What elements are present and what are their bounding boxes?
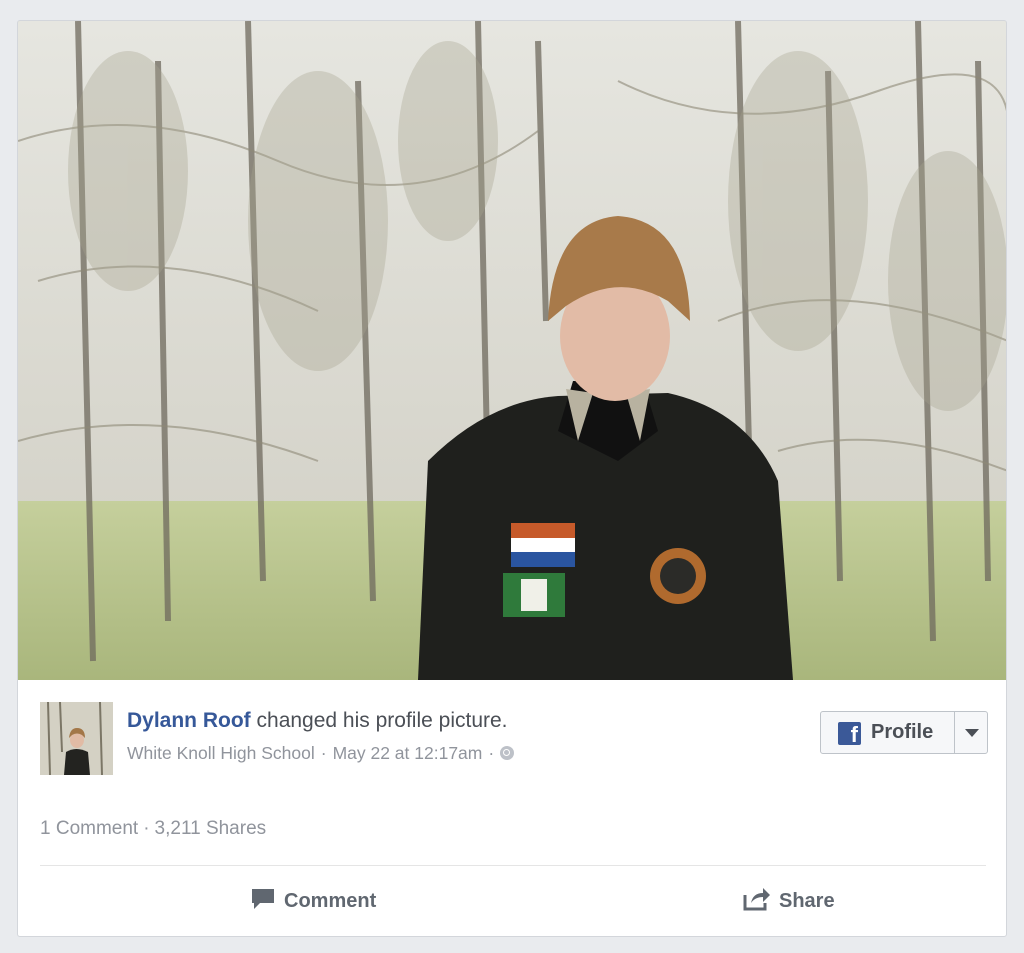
share-button[interactable]: Share [743, 887, 835, 921]
post-meta: Dylann Roof changed his profile picture.… [40, 702, 988, 782]
actions-divider [40, 865, 986, 866]
author-name-link[interactable]: Dylann Roof [127, 709, 251, 732]
comment-count-link[interactable]: 1 Comment [40, 818, 138, 839]
post-subline: White Knoll High School · May 22 at 12:17a… [127, 743, 515, 764]
speech-bubble-icon [252, 889, 274, 909]
profile-button-label: Profile [871, 721, 934, 743]
separator-dot: · [143, 818, 150, 839]
separator-dot: · [320, 743, 327, 763]
share-button-label: Share [779, 890, 835, 912]
comment-button-label: Comment [284, 890, 377, 912]
facebook-f-icon: f [838, 722, 861, 745]
profile-button[interactable]: f Profile [820, 711, 988, 754]
post-card: Dylann Roof changed his profile picture.… [17, 20, 1007, 937]
globe-icon[interactable] [500, 746, 515, 760]
separator-dot: · [488, 743, 495, 763]
location-link[interactable]: White Knoll High School [127, 743, 315, 763]
chevron-down-icon[interactable] [965, 729, 979, 737]
share-count-link[interactable]: 3,211 Shares [155, 818, 267, 839]
photo-image [18, 21, 1006, 680]
button-divider [954, 712, 955, 753]
post-stats: 1 Comment · 3,211 Shares [40, 818, 266, 840]
comment-button[interactable]: Comment [250, 887, 376, 921]
timestamp-link[interactable]: May 22 at 12:17am [333, 743, 483, 763]
post-headline: Dylann Roof changed his profile picture. [127, 709, 508, 733]
profile-photo[interactable] [18, 21, 1006, 680]
post-action-text: changed his profile picture. [256, 709, 508, 732]
share-arrow-icon [743, 888, 770, 911]
avatar-image [40, 702, 113, 775]
author-avatar[interactable] [40, 702, 113, 775]
